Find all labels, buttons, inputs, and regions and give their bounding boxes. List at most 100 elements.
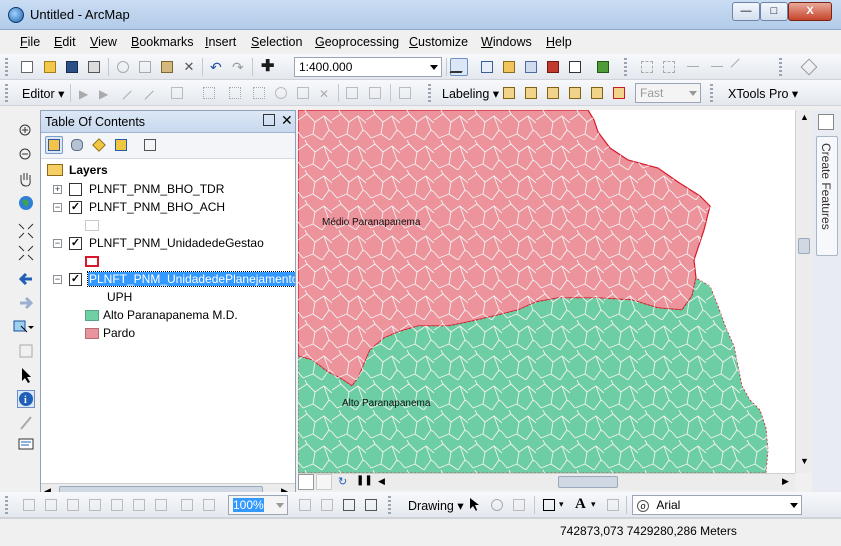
toc-autohide-button[interactable] xyxy=(263,114,275,126)
select-elements-draw-button[interactable] xyxy=(466,496,484,514)
identify-button[interactable]: i xyxy=(17,390,35,408)
search-window-button[interactable] xyxy=(522,58,540,76)
fixed-zoom-in-page-button[interactable] xyxy=(130,496,148,514)
paste-button[interactable] xyxy=(158,58,176,76)
editor-menu[interactable]: Editor ▾ xyxy=(22,86,64,101)
select-features-button[interactable] xyxy=(12,318,38,336)
layer-visibility-checkbox[interactable]: ✓ xyxy=(69,201,82,214)
zoom-in-button[interactable] xyxy=(17,122,35,140)
previous-extent-page-button[interactable] xyxy=(178,496,196,514)
toc-close-button[interactable]: ✕ xyxy=(281,112,293,129)
menu-help[interactable]: Help xyxy=(546,35,572,49)
zoom-100-button[interactable] xyxy=(108,496,126,514)
split-button[interactable] xyxy=(684,58,702,76)
toc-options-button[interactable] xyxy=(141,136,159,154)
pan-disabled-button[interactable] xyxy=(64,496,82,514)
list-by-visibility-button[interactable] xyxy=(90,136,108,154)
layer-name-selected[interactable]: PLNFT_PNM_UnidadedePlanejamento xyxy=(86,271,295,287)
menu-selection[interactable]: Selection xyxy=(251,35,302,49)
map-display[interactable]: Médio Paranapanema Alto Paranapanema xyxy=(298,110,808,473)
change-layout-button[interactable] xyxy=(340,496,358,514)
scroll-right-arrow-icon[interactable]: ▶ xyxy=(782,476,789,487)
font-name-combo[interactable]: o Arial xyxy=(632,495,802,515)
rotate-element-button[interactable] xyxy=(488,496,506,514)
collapse-button[interactable]: − xyxy=(53,275,62,284)
print-button[interactable] xyxy=(85,58,103,76)
layer-row-bho-ach[interactable]: − ✓ PLNFT_PNM_BHO_ACH xyxy=(41,199,295,217)
new-document-button[interactable] xyxy=(18,58,36,76)
pause-labeling-button[interactable] xyxy=(588,84,606,102)
arctoolbox-button[interactable] xyxy=(544,58,562,76)
next-extent-page-button[interactable] xyxy=(200,496,218,514)
scroll-up-arrow-icon[interactable]: ▲ xyxy=(800,112,809,122)
menu-customize[interactable]: Customize xyxy=(409,35,468,49)
topology-edit-button[interactable] xyxy=(226,84,244,102)
catalog-button[interactable] xyxy=(500,58,518,76)
full-extent-disabled-button[interactable] xyxy=(20,496,38,514)
delete-button[interactable]: ✕ xyxy=(180,58,198,76)
map-canvas[interactable]: Médio Paranapanema Alto Paranapanema xyxy=(298,110,808,473)
toggle-draft-mode-button[interactable] xyxy=(296,496,314,514)
drawing-menu[interactable]: Drawing ▾ xyxy=(408,498,464,513)
fixed-zoom-in-button[interactable] xyxy=(17,222,35,240)
zoom-out-button[interactable] xyxy=(17,146,35,164)
close-button[interactable]: X xyxy=(788,2,832,21)
list-by-source-button[interactable] xyxy=(68,136,86,154)
new-text-button[interactable]: A ▾ xyxy=(572,496,600,514)
end-point-arc-button[interactable] xyxy=(144,84,162,108)
menu-view[interactable]: View xyxy=(90,35,117,49)
layer-row-bho-tdr[interactable]: + PLNFT_PNM_BHO_TDR xyxy=(41,181,295,199)
legend-class-pardo[interactable]: Pardo xyxy=(85,325,285,343)
straight-segment-button[interactable] xyxy=(122,84,140,108)
zoom-selected-elements-button[interactable] xyxy=(510,496,528,514)
attribute-table-button[interactable] xyxy=(343,84,361,102)
go-back-button[interactable] xyxy=(17,270,35,288)
split-tool-button[interactable] xyxy=(250,84,268,102)
layer-visibility-checkbox[interactable] xyxy=(69,183,82,196)
scroll-left-arrow-icon[interactable]: ◀ xyxy=(378,476,385,487)
xtools-pro-menu[interactable]: XTools Pro ▾ xyxy=(728,86,798,101)
cut-button[interactable] xyxy=(114,58,132,76)
rotate-button[interactable] xyxy=(272,84,290,102)
menu-bookmarks[interactable]: Bookmarks xyxy=(131,35,194,49)
labeling-menu[interactable]: Labeling ▾ xyxy=(442,86,499,101)
labeling-quality-combo[interactable]: Fast xyxy=(635,83,701,103)
trace-button[interactable] xyxy=(168,84,192,102)
open-button[interactable] xyxy=(41,58,59,76)
cube-tool-button[interactable] xyxy=(800,58,818,76)
html-popup-button[interactable] xyxy=(17,436,35,454)
collapse-button[interactable]: − xyxy=(53,239,62,248)
pan-button[interactable] xyxy=(17,170,35,188)
editor-options-button[interactable] xyxy=(396,84,414,102)
scroll-down-arrow-icon[interactable]: ▼ xyxy=(800,456,809,466)
redo-button[interactable]: ↷ xyxy=(229,58,247,76)
save-button[interactable] xyxy=(63,58,81,76)
zoom-percent-combo[interactable]: 100% xyxy=(228,495,288,515)
label-manager-button[interactable] xyxy=(500,84,518,102)
list-by-selection-button[interactable] xyxy=(112,136,130,154)
map-vscroll-thumb[interactable] xyxy=(798,238,810,254)
minimize-button[interactable]: — xyxy=(732,2,760,21)
rectangle-tool-button[interactable]: ▾ xyxy=(540,496,568,514)
zoom-disabled-button[interactable] xyxy=(42,496,60,514)
lock-labels-button[interactable] xyxy=(566,84,584,102)
menu-geoprocessing[interactable]: Geoprocessing xyxy=(315,35,399,49)
construction-button[interactable] xyxy=(730,58,748,76)
focus-data-frame-button[interactable] xyxy=(318,496,336,514)
collapse-button[interactable]: − xyxy=(53,203,62,212)
edit-vertices-button[interactable] xyxy=(638,58,656,76)
create-features-button[interactable] xyxy=(366,84,384,102)
fixed-zoom-out-page-button[interactable] xyxy=(152,496,170,514)
refresh-icon[interactable]: ↻ xyxy=(338,475,347,488)
create-features-tab[interactable]: Create Features xyxy=(816,136,838,256)
add-data-button[interactable]: ✚ xyxy=(258,58,286,76)
toc-window-button[interactable] xyxy=(478,58,496,76)
fixed-zoom-out-button[interactable] xyxy=(17,244,35,262)
attributes-button[interactable] xyxy=(294,84,312,102)
data-view-button[interactable] xyxy=(298,474,314,490)
pause-drawing-icon[interactable]: ❚❚ xyxy=(356,475,373,486)
layer-visibility-checkbox[interactable]: ✓ xyxy=(69,273,82,286)
view-unplaced-labels-button[interactable] xyxy=(610,84,628,102)
menu-insert[interactable]: Insert xyxy=(205,35,236,49)
reshape-button[interactable] xyxy=(660,58,678,76)
